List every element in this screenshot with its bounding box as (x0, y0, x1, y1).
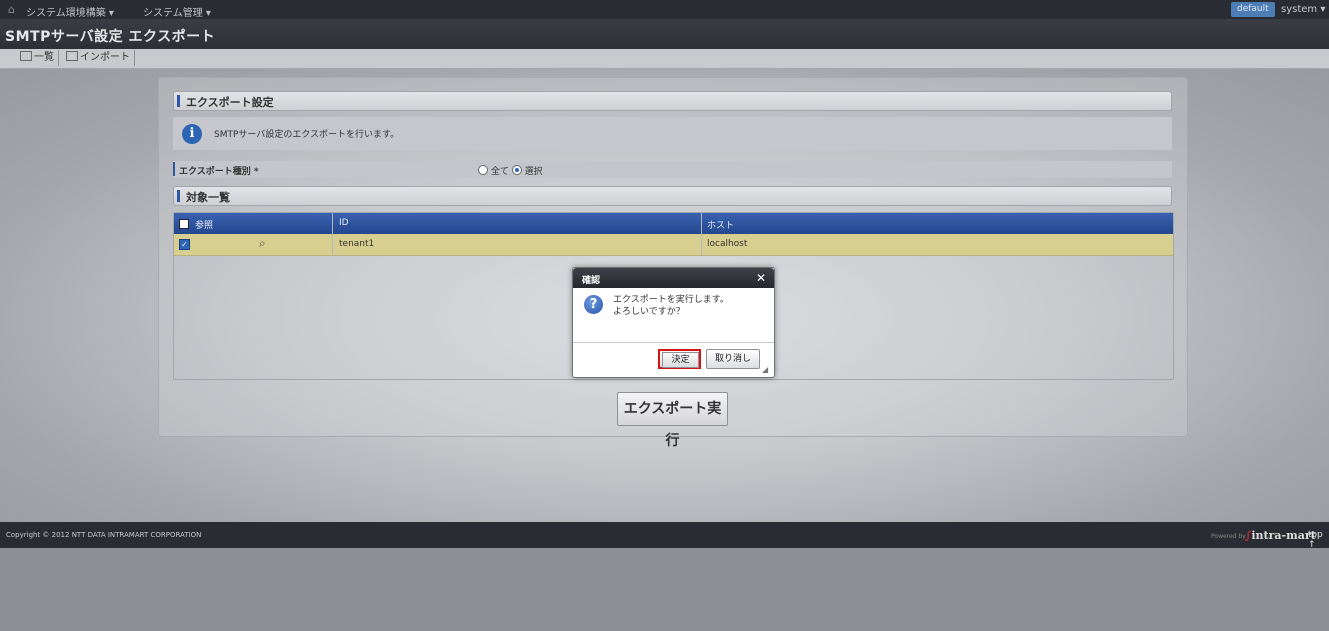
tab-import-label: インポート (80, 52, 130, 63)
column-header-ref[interactable]: 参照 (195, 218, 213, 231)
column-divider (701, 213, 702, 255)
export-type-label: エクスポート種別 * (179, 167, 259, 177)
powered-by-text: Powered by (1211, 533, 1246, 540)
radio-select-label[interactable]: 選択 (525, 167, 543, 177)
info-icon: i (182, 124, 202, 144)
row-id: tenant1 (339, 239, 375, 249)
question-icon: ? (584, 295, 603, 314)
grid-header: 参照 ID ホスト (174, 213, 1173, 234)
resize-handle-icon[interactable]: ◢ (762, 365, 768, 374)
menu-system-environment[interactable]: システム環境構築 ▾ (26, 4, 114, 19)
dialog-header[interactable]: 確認 ✕ (573, 268, 774, 288)
info-message-box: i SMTPサーバ設定のエクスポートを行います。 (173, 117, 1172, 150)
logo-text: intra-mart (1251, 529, 1316, 542)
top-nav-bar: ⌂ システム環境構築 ▾ システム管理 ▾ default system ▾ (0, 0, 1329, 19)
search-icon[interactable]: ⌕ (259, 236, 266, 251)
field-accent-bar (173, 162, 175, 176)
dialog-divider (573, 342, 774, 343)
dialog-message-line2: よろしいですか？ (613, 307, 685, 317)
tab-list[interactable]: 一覧 (16, 50, 59, 66)
section-accent-bar (177, 190, 180, 202)
section-export-settings-title: エクスポート設定 (186, 96, 274, 109)
section-target-list: 対象一覧 (173, 186, 1172, 206)
column-header-host[interactable]: ホスト (707, 218, 734, 231)
section-target-list-title: 対象一覧 (186, 191, 230, 204)
row-host: localhost (707, 239, 748, 249)
user-menu[interactable]: system ▾ (1281, 4, 1325, 15)
default-button[interactable]: default (1231, 2, 1275, 17)
ok-button[interactable]: 決定 (658, 349, 701, 369)
export-type-options: 全て 選択 (478, 164, 543, 177)
intra-mart-logo: ∫intra-mart (1245, 529, 1316, 542)
column-divider (332, 213, 333, 255)
row-checkbox[interactable]: ✓ (179, 239, 190, 250)
confirm-dialog: 確認 ✕ ? エクスポートを実行します。 よろしいですか？ 決定 取り消し ◢ (572, 267, 775, 378)
page-title: SMTPサーバ設定 エクスポート (5, 29, 216, 45)
empty-area (0, 548, 1329, 631)
radio-select[interactable] (511, 165, 522, 175)
dialog-title: 確認 (582, 276, 601, 286)
export-execute-button[interactable]: エクスポート実行 (617, 392, 728, 449)
column-header-id[interactable]: ID (339, 218, 349, 228)
menu-system-management[interactable]: システム管理 ▾ (143, 4, 211, 19)
tab-import[interactable]: インポート (62, 50, 135, 66)
ok-button-label: 決定 (662, 352, 699, 368)
list-icon (20, 51, 32, 61)
tab-list-label: 一覧 (34, 52, 54, 63)
section-accent-bar (177, 95, 180, 107)
tab-bar: 一覧 インポート (0, 49, 1329, 69)
radio-all[interactable] (478, 165, 488, 175)
close-icon[interactable]: ✕ (756, 271, 766, 285)
select-all-checkbox[interactable] (179, 219, 189, 229)
home-icon[interactable]: ⌂ (8, 3, 15, 16)
info-message: SMTPサーバ設定のエクスポートを行います。 (214, 130, 400, 140)
import-icon (66, 51, 78, 61)
radio-all-label[interactable]: 全て (491, 167, 509, 177)
title-bar: SMTPサーバ設定 エクスポート (0, 19, 1329, 49)
cancel-button[interactable]: 取り消し (706, 349, 760, 369)
table-row[interactable]: ✓ ⌕ tenant1 localhost (174, 234, 1173, 256)
section-export-settings: エクスポート設定 (173, 91, 1172, 111)
back-to-top-link[interactable]: top ↑ (1308, 530, 1329, 550)
export-type-row: エクスポート種別 * 全て 選択 (173, 161, 1172, 178)
footer: Copyright © 2012 NTT DATA INTRAMART CORP… (0, 522, 1329, 550)
copyright-text: Copyright © 2012 NTT DATA INTRAMART CORP… (6, 531, 202, 539)
